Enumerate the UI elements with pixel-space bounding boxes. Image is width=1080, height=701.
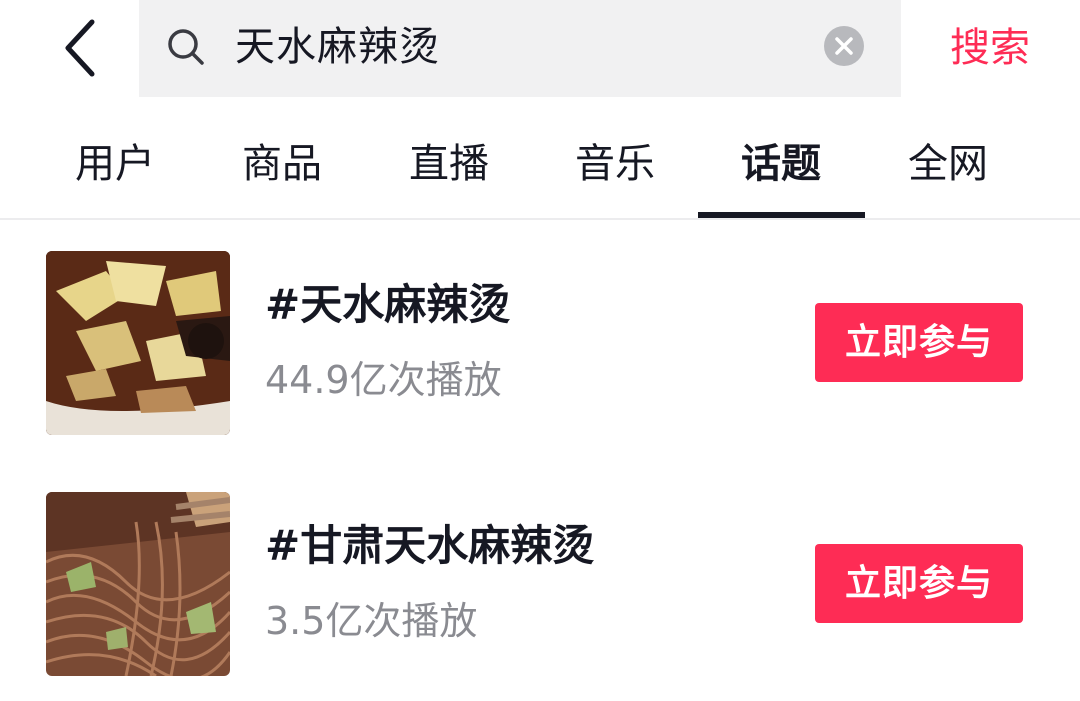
tab-users[interactable]: 用户 [32,110,198,218]
search-button[interactable]: 搜索 [930,18,1050,78]
food-thumbnail-icon [46,251,230,435]
chevron-left-icon [65,19,95,77]
join-button[interactable]: 立即参与 [815,544,1023,623]
food-thumbnail-icon [46,492,230,676]
tab-all-web[interactable]: 全网 [865,110,1031,218]
topic-title: #天水麻辣烫 [265,280,511,329]
top-search-bar: 天水麻辣烫 搜索 [0,0,1080,100]
topic-play-count: 44.9亿次播放 [265,358,502,402]
tab-products[interactable]: 商品 [199,110,365,218]
category-tabs: 用户 商品 直播 音乐 话题 全网 [0,110,1080,220]
topic-list-item[interactable]: #天水麻辣烫 44.9亿次播放 立即参与 [0,251,1080,437]
tab-topics[interactable]: 话题 [698,110,864,218]
search-box[interactable]: 天水麻辣烫 [139,0,901,97]
tab-music[interactable]: 音乐 [532,110,698,218]
divider [0,218,1080,220]
topic-list-item[interactable]: #甘肃天水麻辣烫 3.5亿次播放 立即参与 [0,492,1080,678]
topic-title: #甘肃天水麻辣烫 [265,521,595,570]
search-icon [168,29,204,65]
join-button[interactable]: 立即参与 [815,303,1023,382]
back-button[interactable] [40,8,120,88]
search-input[interactable]: 天水麻辣烫 [235,22,440,72]
topic-play-count: 3.5亿次播放 [265,599,478,643]
topic-thumbnail [46,492,230,676]
topic-thumbnail [46,251,230,435]
clear-icon[interactable] [823,25,865,67]
tab-live[interactable]: 直播 [366,110,532,218]
